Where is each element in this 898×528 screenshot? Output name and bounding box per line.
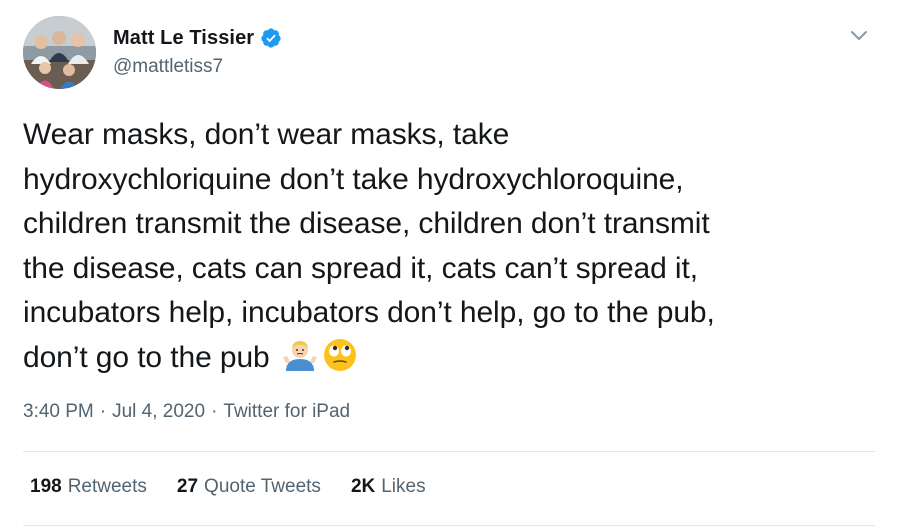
tweet-text-line: don’t go to the pub (23, 340, 270, 374)
chevron-down-icon[interactable] (848, 24, 870, 46)
quote-tweets-stat[interactable]: 27 Quote Tweets (177, 476, 321, 498)
tweet-time-link[interactable]: 3:40 PM (23, 401, 94, 423)
quote-tweets-count: 27 (176, 476, 199, 497)
likes-count: 2K (350, 476, 376, 497)
avatar-photo (23, 16, 96, 89)
tweet-text: Wear masks, don’t wear masks, take hydro… (23, 113, 873, 381)
tweet-source-link[interactable]: Twitter for iPad (223, 401, 350, 423)
verified-badge-icon (260, 27, 282, 49)
author-block[interactable]: Matt Le Tissier @mattletiss7 (113, 26, 282, 78)
divider-top (23, 451, 875, 452)
tweet-date-link[interactable]: Jul 4, 2020 (112, 401, 205, 423)
tweet-card: Matt Le Tissier @mattletiss7 Wear masks,… (0, 0, 898, 528)
retweets-stat[interactable]: 198 Retweets (30, 476, 147, 498)
divider-bottom (23, 525, 875, 526)
tweet-stats: 198 Retweets 27 Quote Tweets 2K Likes (30, 476, 456, 498)
man-shrugging-emoji (282, 337, 318, 373)
tweet-text-line: Wear masks, don’t wear masks, take (23, 118, 510, 151)
quote-tweets-label: Quote Tweets (204, 476, 321, 497)
author-name-row: Matt Le Tissier (113, 26, 282, 50)
retweets-count: 198 (30, 476, 62, 497)
retweets-label: Retweets (67, 476, 147, 497)
meta-separator: · (99, 401, 107, 422)
tweet-meta: 3:40 PM · Jul 4, 2020 · Twitter for iPad (23, 401, 350, 423)
tweet-text-line: the disease, cats can spread it, cats ca… (23, 251, 698, 285)
tweet-text-line: incubators help, incubators don’t help, … (23, 296, 715, 330)
likes-label: Likes (381, 476, 426, 497)
tweet-text-line: children transmit the disease, children … (23, 207, 710, 241)
tweet-text-line: hydroxychloriquine don’t take hydroxychl… (23, 162, 684, 196)
face-with-rolling-eyes-emoji (322, 337, 358, 373)
author-handle[interactable]: @mattletiss7 (113, 56, 282, 78)
likes-stat[interactable]: 2K Likes (351, 476, 426, 498)
meta-separator: · (211, 401, 218, 422)
author-display-name[interactable]: Matt Le Tissier (113, 27, 254, 50)
avatar[interactable] (23, 16, 96, 89)
